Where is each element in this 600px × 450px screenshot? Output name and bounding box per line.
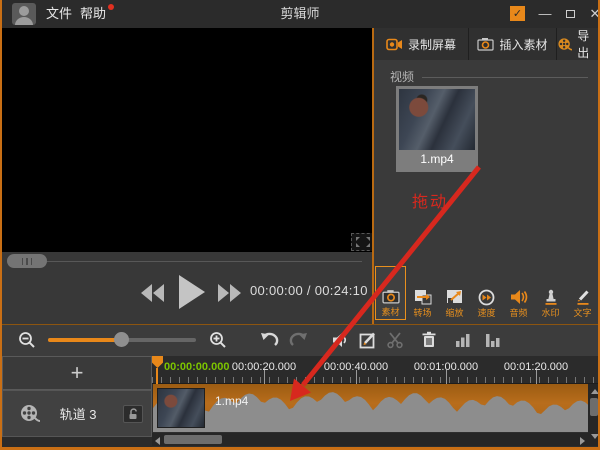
clip-thumbnail bbox=[157, 388, 205, 428]
audio-icon bbox=[509, 288, 529, 306]
fast-forward-button[interactable] bbox=[215, 280, 245, 306]
scroll-up-icon[interactable] bbox=[590, 389, 598, 394]
scroll-right-icon[interactable] bbox=[580, 436, 585, 445]
bar-chart-up-icon[interactable] bbox=[452, 330, 474, 350]
rewind-button[interactable] bbox=[137, 280, 167, 306]
close-button[interactable]: ✕ bbox=[585, 5, 598, 23]
clip-name: 1.mp4 bbox=[215, 394, 249, 408]
playhead-line bbox=[156, 368, 158, 384]
app-window: 文件 帮助 剪辑师 ✓ — ✕ 00:00:00 / 00:24:10 录制屏幕… bbox=[0, 0, 600, 450]
skin-icon[interactable]: ✓ bbox=[510, 6, 525, 21]
vertical-scrollbar[interactable] bbox=[588, 384, 598, 446]
user-avatar[interactable] bbox=[12, 3, 36, 25]
tab-audio[interactable]: 音频 bbox=[503, 270, 534, 320]
export-button[interactable]: 导出 bbox=[557, 28, 598, 60]
zoom-in-icon[interactable] bbox=[207, 330, 229, 350]
horizontal-scrollbar[interactable] bbox=[152, 433, 588, 446]
scroll-down-icon[interactable] bbox=[590, 434, 598, 439]
transition-icon bbox=[413, 288, 433, 306]
tab-label: 转场 bbox=[413, 308, 432, 318]
ruler-label: 00:01:00.000 bbox=[413, 361, 479, 373]
export-label: 导出 bbox=[577, 29, 590, 60]
zoom-slider[interactable] bbox=[48, 332, 196, 347]
drag-hint-text: 拖动 bbox=[412, 194, 449, 211]
insert-material-button[interactable]: 插入素材 bbox=[469, 28, 557, 60]
lock-icon[interactable] bbox=[123, 405, 143, 423]
section-label-video: 视频 bbox=[390, 70, 415, 84]
seek-track[interactable] bbox=[12, 261, 362, 262]
tool-tabs: 素材 转场 缩放 速度 音频 水印 文字 bbox=[375, 266, 598, 320]
media-panel: 录制屏幕 插入素材 导出 视频 1.mp4 拖动 素材 转场 缩放 速度 音频 … bbox=[374, 28, 598, 324]
zoom-slider-fill bbox=[48, 338, 122, 342]
add-track-button[interactable]: + bbox=[2, 356, 152, 390]
tab-label: 速度 bbox=[477, 308, 496, 318]
text-icon bbox=[573, 288, 593, 306]
notification-badge bbox=[108, 4, 115, 10]
tab-watermark[interactable]: 水印 bbox=[535, 270, 566, 320]
material-icon bbox=[381, 287, 401, 305]
tab-scale[interactable]: 缩放 bbox=[439, 270, 470, 320]
bar-chart-down-icon[interactable] bbox=[482, 330, 504, 350]
time-display: 00:00:00 / 00:24:10 bbox=[250, 283, 368, 298]
scale-icon bbox=[445, 288, 465, 306]
video-preview-screen[interactable] bbox=[2, 28, 372, 252]
menu-help-label: 帮助 bbox=[80, 6, 107, 21]
menu-file[interactable]: 文件 bbox=[40, 0, 78, 28]
speed-icon bbox=[477, 288, 497, 306]
ruler-ticks bbox=[152, 377, 598, 383]
tab-material[interactable]: 素材 bbox=[375, 266, 406, 320]
zoom-slider-handle[interactable] bbox=[114, 332, 129, 347]
insert-material-icon bbox=[477, 38, 495, 51]
preview-panel: 00:00:00 / 00:24:10 bbox=[2, 28, 375, 324]
video-thumbnail bbox=[399, 89, 475, 150]
timeline-ruler[interactable]: 00:00:00.000 00:00:20.000 00:00:40.000 0… bbox=[152, 356, 598, 384]
tab-label: 水印 bbox=[541, 308, 560, 318]
audio-waveform bbox=[153, 392, 598, 432]
tab-transition[interactable]: 转场 bbox=[407, 270, 438, 320]
record-screen-icon bbox=[386, 38, 402, 50]
ruler-label: 00:00:20.000 bbox=[231, 361, 297, 373]
scrollbar-thumb[interactable] bbox=[590, 398, 598, 416]
maximize-icon bbox=[565, 10, 575, 18]
trash-icon[interactable] bbox=[418, 330, 440, 350]
scroll-left-icon[interactable] bbox=[155, 436, 160, 445]
media-item[interactable]: 1.mp4 bbox=[396, 86, 478, 172]
record-screen-button[interactable]: 录制屏幕 bbox=[374, 28, 469, 60]
tab-speed[interactable]: 速度 bbox=[471, 270, 502, 320]
ruler-label: 00:00:40.000 bbox=[323, 361, 389, 373]
minimize-button[interactable]: — bbox=[535, 5, 555, 23]
menu-help[interactable]: 帮助 bbox=[74, 0, 115, 28]
playhead-marker[interactable] bbox=[152, 356, 163, 368]
track-header[interactable]: 轨道 3 bbox=[2, 390, 152, 437]
play-button[interactable] bbox=[174, 272, 208, 312]
ruler-label: 00:01:20.000 bbox=[503, 361, 569, 373]
track-header-panel: + 轨道 3 bbox=[2, 356, 152, 447]
seek-handle[interactable] bbox=[7, 254, 47, 268]
tab-label: 素材 bbox=[381, 307, 400, 317]
current-time-label: 00:00:00.000 bbox=[164, 361, 230, 373]
export-icon bbox=[558, 37, 573, 50]
tab-label: 缩放 bbox=[445, 308, 464, 318]
tab-label: 音频 bbox=[509, 308, 528, 318]
record-screen-label: 录制屏幕 bbox=[407, 37, 456, 52]
tab-text[interactable]: 文字 bbox=[567, 270, 598, 320]
redo-icon[interactable] bbox=[288, 330, 310, 350]
section-divider bbox=[422, 77, 588, 78]
scissors-icon[interactable] bbox=[384, 330, 406, 350]
tab-label: 文字 bbox=[573, 308, 592, 318]
zoom-out-icon[interactable] bbox=[16, 330, 38, 350]
seek-bar bbox=[2, 252, 372, 270]
scrollbar-thumb[interactable] bbox=[164, 435, 222, 444]
mute-icon[interactable] bbox=[330, 330, 352, 350]
media-item-name: 1.mp4 bbox=[420, 152, 454, 166]
watermark-icon bbox=[541, 288, 561, 306]
timeline: 00:00:00.000 00:00:20.000 00:00:40.000 0… bbox=[152, 356, 598, 447]
undo-icon[interactable] bbox=[258, 330, 280, 350]
title-bar: 文件 帮助 剪辑师 ✓ — ✕ bbox=[2, 0, 598, 28]
timeline-clip[interactable]: 1.mp4 bbox=[153, 384, 598, 432]
panel-toolbar: 录制屏幕 插入素材 导出 bbox=[374, 28, 598, 60]
maximize-button[interactable] bbox=[560, 5, 580, 23]
edit-clip-icon[interactable] bbox=[357, 330, 379, 350]
insert-material-label: 插入素材 bbox=[499, 37, 548, 52]
